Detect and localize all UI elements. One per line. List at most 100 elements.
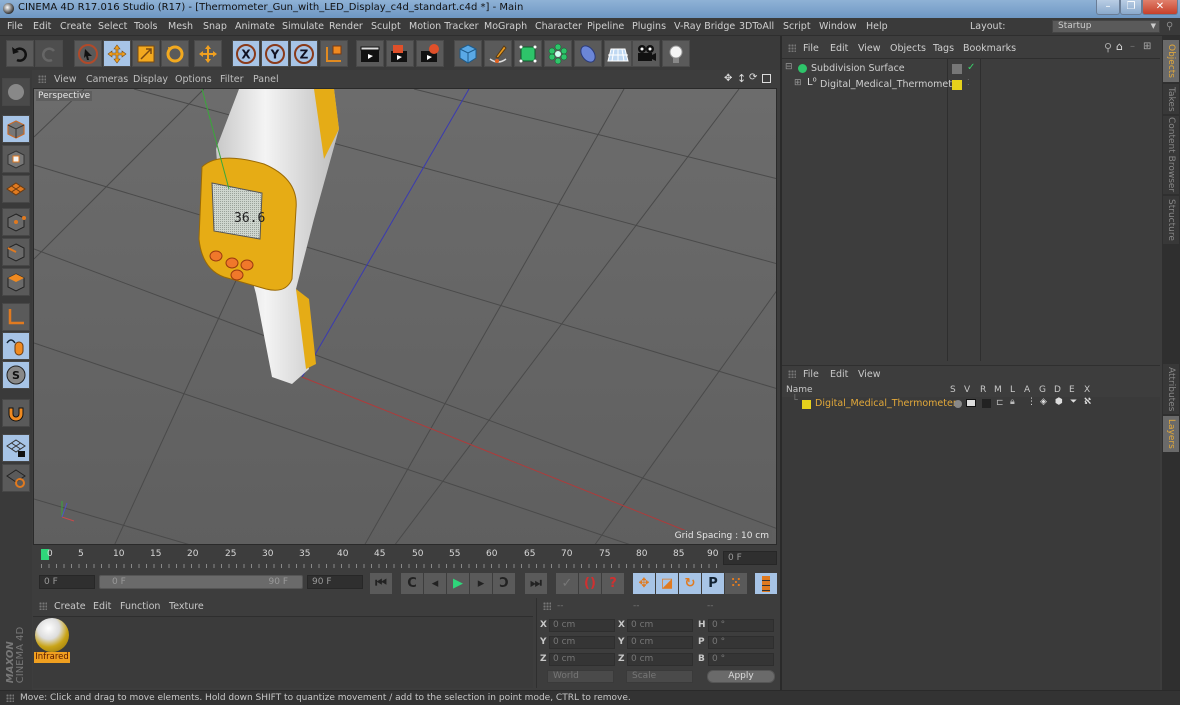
generators-toggle-icon[interactable]: ◈ (1040, 397, 1047, 407)
viewport-menu-view[interactable]: View (54, 74, 77, 85)
3d-viewport[interactable]: 36.6 Perspective Grid Spacing : 10 cm (33, 88, 777, 545)
manager-toggle-icon[interactable]: ⊏ (996, 398, 1004, 408)
menu-motion-tracker[interactable]: Motion Tracker (409, 21, 479, 32)
edges-mode-button[interactable] (2, 238, 30, 266)
menu-mograph[interactable]: MoGraph (484, 21, 527, 32)
material-menu-texture[interactable]: Texture (169, 601, 204, 612)
add-cloner-button[interactable] (544, 40, 572, 67)
menu-3dtoall[interactable]: 3DToAll (739, 21, 774, 32)
menu-select[interactable]: Select (98, 21, 127, 32)
render-view-button[interactable] (356, 40, 384, 67)
deformers-toggle-icon[interactable]: ⬢ (1055, 397, 1063, 407)
menu-character[interactable]: Character (535, 21, 582, 32)
tab-takes[interactable]: Takes (1163, 84, 1179, 114)
pen-tool-button[interactable] (484, 40, 512, 67)
animation-toggle-icon[interactable]: ⋮ (1027, 397, 1036, 407)
add-light-button[interactable] (662, 40, 690, 67)
material-name[interactable]: Infrared (34, 652, 70, 663)
layer-name[interactable]: Digital_Medical_Thermometer (815, 398, 957, 409)
menu-pipeline[interactable]: Pipeline (587, 21, 624, 32)
layer-menu-edit[interactable]: Edit (830, 369, 848, 380)
menu-file[interactable]: File (7, 21, 23, 32)
snapping-button[interactable] (2, 399, 30, 427)
add-floor-button[interactable] (604, 40, 632, 67)
menu-script[interactable]: Script (783, 21, 811, 32)
edit-render-settings-button[interactable] (416, 40, 444, 67)
object-menu-edit[interactable]: Edit (830, 43, 848, 54)
coordinate-system-button[interactable] (320, 40, 348, 67)
go-to-end-button[interactable]: ⏭ (525, 573, 547, 594)
viewport-menu-panel[interactable]: Panel (253, 74, 279, 85)
column-generators[interactable]: G (1039, 385, 1046, 395)
column-expressions[interactable]: E (1069, 385, 1075, 395)
object-name[interactable]: Digital_Medical_Thermometer (820, 79, 962, 90)
texture-mode-button[interactable] (2, 145, 30, 173)
menu-plugins[interactable]: Plugins (632, 21, 666, 32)
object-row[interactable]: ⊟ Subdivision Surface ✓ (782, 61, 1160, 77)
timeline-ruler[interactable]: 0 5 10 15 20 25 30 35 40 45 50 55 60 65 … (33, 547, 780, 571)
size-x-field[interactable]: 0 cm (627, 619, 693, 632)
tab-content-browser[interactable]: Content Browser (1163, 116, 1179, 194)
close-button[interactable]: ✕ (1142, 0, 1178, 15)
layer-indicator-icon[interactable] (952, 64, 962, 74)
column-view[interactable]: V (964, 385, 970, 395)
scale-tool-button[interactable] (132, 40, 160, 67)
size-mode-select[interactable]: Scale (626, 670, 693, 683)
viewport-menu-options[interactable]: Options (175, 74, 212, 85)
record-active-objects-button[interactable]: ✓ (556, 573, 578, 594)
column-animation[interactable]: A (1024, 385, 1030, 395)
solo-toggle-icon[interactable] (954, 400, 962, 408)
add-subdivision-surface-button[interactable] (514, 40, 542, 67)
material-swatch[interactable]: Infrared (34, 618, 70, 665)
previous-frame-button[interactable]: ◂ (424, 573, 446, 594)
layer-color-swatch[interactable] (802, 400, 811, 409)
record-pla-button[interactable]: ⁙ (725, 573, 747, 594)
menu-create[interactable]: Create (60, 21, 92, 32)
size-z-field[interactable]: 0 cm (627, 653, 693, 666)
object-menu-view[interactable]: View (858, 43, 881, 54)
rotate-tool-button[interactable] (161, 40, 189, 67)
layout-select[interactable]: Startup ▼ (1052, 20, 1160, 33)
autokeying-button[interactable]: () (579, 573, 601, 594)
model-mode-button[interactable] (2, 115, 30, 143)
xref-toggle-icon[interactable]: ℵ (1084, 397, 1091, 407)
move-tool-button[interactable] (103, 40, 131, 67)
column-xref[interactable]: X (1084, 385, 1090, 395)
menu-window[interactable]: Window (819, 21, 856, 32)
panel-grip-icon[interactable] (788, 370, 796, 378)
menu-help[interactable]: Help (866, 21, 888, 32)
go-to-start-button[interactable]: ⏮ (370, 573, 392, 594)
viewport-menu-display[interactable]: Display (133, 74, 168, 85)
panel-grip-icon[interactable] (38, 75, 46, 83)
layer-menu-view[interactable]: View (858, 369, 881, 380)
column-name[interactable]: Name (786, 385, 813, 395)
visible-in-editor-icon[interactable] (966, 399, 976, 407)
layer-row[interactable]: └ Digital_Medical_Thermometer ⊏ 🔒︎ ⋮ ◈ ⬢… (782, 395, 1160, 413)
menu-simulate[interactable]: Simulate (282, 21, 324, 32)
record-parameter-button[interactable]: P (702, 573, 724, 594)
x-axis-lock-button[interactable]: X (232, 40, 260, 67)
panel-grip-icon[interactable] (543, 602, 551, 610)
points-mode-button[interactable] (2, 208, 30, 236)
menu-render[interactable]: Render (329, 21, 363, 32)
tweak-mode-button[interactable] (2, 332, 30, 360)
next-frame-button[interactable]: ▸ (470, 573, 492, 594)
search-icon[interactable]: ⚲ (1104, 41, 1112, 54)
previous-key-button[interactable]: C (401, 573, 423, 594)
home-icon[interactable]: ⌂ (1116, 40, 1123, 53)
y-axis-lock-button[interactable]: Y (261, 40, 289, 67)
end-frame-field[interactable]: 90 F (307, 575, 363, 589)
planar-workplane-button[interactable] (2, 464, 30, 492)
collapse-icon[interactable]: – (1130, 41, 1135, 52)
enable-axis-button[interactable] (2, 303, 30, 331)
camera-label[interactable]: Perspective (36, 91, 93, 101)
expand-toggle-icon[interactable]: ⊞ (794, 78, 802, 88)
column-deformers[interactable]: D (1054, 385, 1061, 395)
solo-button[interactable]: S (2, 361, 30, 389)
add-camera-button[interactable] (632, 40, 660, 67)
dolly-icon[interactable]: ↕ (737, 72, 746, 85)
material-menu-create[interactable]: Create (54, 601, 86, 612)
current-frame-field[interactable]: 0 F (723, 551, 777, 565)
pan-icon[interactable]: ✥ (724, 73, 732, 84)
render-picture-viewer-button[interactable] (386, 40, 414, 67)
